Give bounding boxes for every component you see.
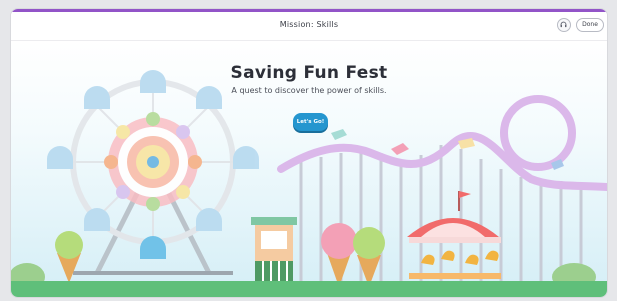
mission-card: Mission: Skills Done Saving Fun Fest A q… bbox=[11, 9, 607, 297]
mission-title: Mission: Skills bbox=[279, 20, 339, 29]
hero-subtitle: A quest to discover the power of skills. bbox=[231, 86, 387, 95]
ticket-booth bbox=[251, 217, 297, 283]
audio-button[interactable] bbox=[557, 18, 571, 32]
ground bbox=[11, 281, 607, 297]
hero-title: Saving Fun Fest bbox=[230, 63, 388, 83]
fair-scene: Saving Fun Fest A quest to discover the … bbox=[11, 41, 607, 297]
headphones-icon bbox=[560, 21, 567, 28]
lets-go-button[interactable]: Let's Go! bbox=[293, 113, 328, 131]
done-button[interactable]: Done bbox=[576, 18, 604, 32]
mission-header: Mission: Skills Done bbox=[11, 12, 607, 41]
